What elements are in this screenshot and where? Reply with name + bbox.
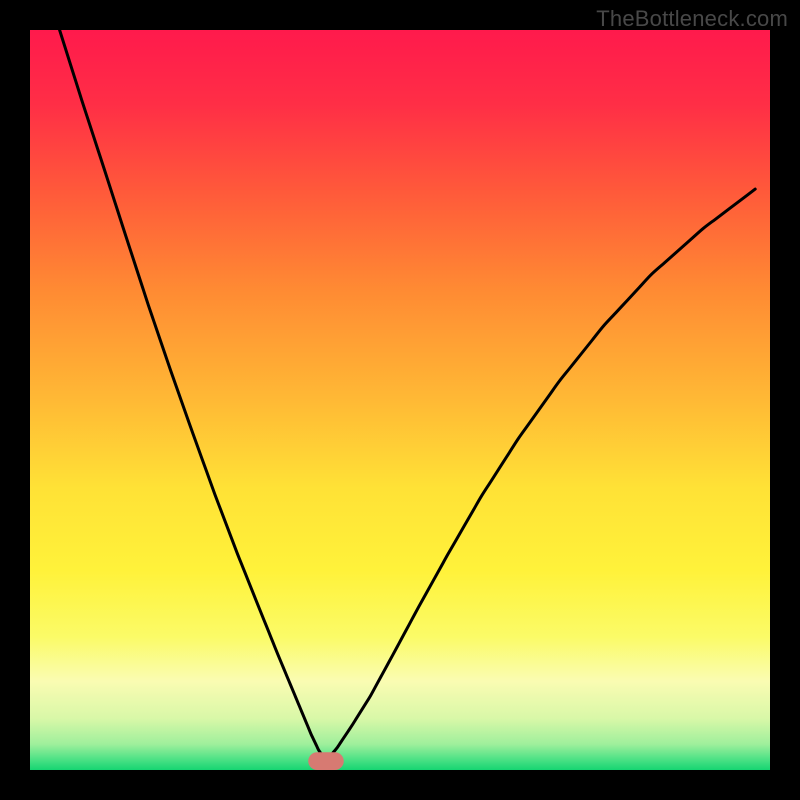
min-marker [308,752,344,770]
plot-area [30,30,770,770]
chart-svg [30,30,770,770]
chart-container: TheBottleneck.com [0,0,800,800]
watermark-text: TheBottleneck.com [596,6,788,32]
chart-background [30,30,770,770]
